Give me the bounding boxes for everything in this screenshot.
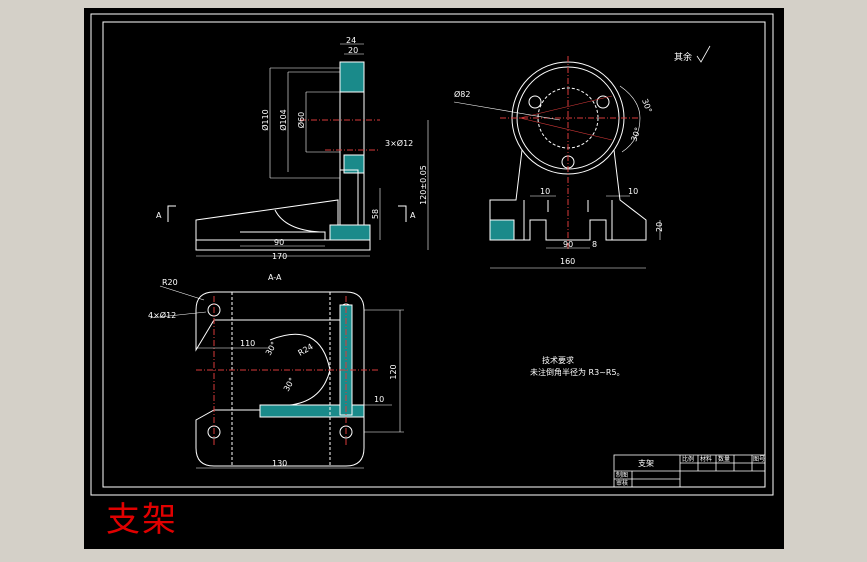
inner-border [102, 21, 766, 488]
tb-header-scale: 比例 [682, 455, 694, 463]
dim-90-side: 90 [563, 240, 573, 249]
side-dim-lines [453, 85, 661, 269]
roughness-symbol [696, 45, 711, 63]
dim-30-deg-top-view: 30° [264, 340, 279, 357]
dim-160: 160 [560, 257, 575, 266]
dim-dia-104: Ø104 [278, 109, 288, 131]
dim-30-deg-bottom: 30° [629, 126, 642, 142]
side-dim-texts: Ø82 30° 30° 10 10 20 90 8 160 [454, 89, 664, 266]
dim-4x-dia-12: 4×Ø12 [148, 310, 176, 320]
tech-requirements-title: 技术要求 [542, 356, 574, 365]
dim-58: 58 [371, 209, 380, 219]
tech-requirements-text: 未注倒角半径为 R3~R5。 [530, 368, 625, 377]
dim-24: 24 [346, 36, 356, 45]
dim-10-right: 10 [628, 187, 638, 196]
top-dim-lines [149, 285, 404, 469]
dim-8-side: 8 [592, 240, 597, 249]
tb-header-quantity: 数量 [718, 455, 730, 463]
dim-r24: R24 [297, 342, 315, 358]
dim-dia-82: Ø82 [454, 89, 470, 99]
outer-border [90, 13, 774, 496]
dim-90-front: 90 [274, 238, 284, 247]
dim-120-top: 120 [389, 364, 398, 379]
dim-20: 20 [348, 46, 358, 55]
dim-30-deg-lower: 30° [282, 376, 297, 393]
front-dim-texts: 24 20 Ø110 Ø104 Ø60 3×Ø12 120±0.05 58 90… [156, 36, 428, 282]
dim-110: 110 [240, 339, 255, 348]
roughness-note: 其余 [674, 53, 693, 63]
side-view [489, 56, 647, 250]
dim-r20: R20 [162, 278, 178, 287]
cad-drawing: 24 20 Ø110 Ø104 Ø60 3×Ø12 120±0.05 58 90… [90, 13, 774, 496]
dim-130: 130 [272, 459, 287, 468]
dim-dia-60: Ø60 [296, 112, 306, 128]
tb-row-drafter: 制图 [616, 471, 628, 479]
tb-header-material: 材料 [700, 455, 712, 463]
tb-row-reviewer: 审核 [616, 479, 628, 487]
section-mark-right: A [410, 211, 416, 220]
tb-header-drawing-no: 图号 [753, 456, 765, 463]
dim-3x-dia-12: 3×Ø12 [385, 138, 413, 148]
dim-120-tol: 120±0.05 [419, 165, 428, 205]
section-mark-left: A [156, 211, 162, 220]
top-dim-texts: R20 4×Ø12 110 30° R24 30° 120 10 130 [148, 278, 398, 468]
dim-10-top: 10 [374, 395, 384, 404]
dim-20-side: 20 [655, 222, 664, 232]
dim-30-deg-top: 30° [640, 98, 653, 114]
viewer-window: 24 20 Ø110 Ø104 Ø60 3×Ø12 120±0.05 58 90… [0, 0, 867, 562]
front-dim-lines [196, 43, 429, 257]
dim-170: 170 [272, 252, 287, 261]
dim-10-left: 10 [540, 187, 550, 196]
dim-dia-110: Ø110 [260, 109, 270, 131]
section-label: A-A [268, 273, 282, 282]
drawing-title: 支架 [106, 500, 178, 540]
tb-part-name: 支架 [638, 458, 654, 468]
